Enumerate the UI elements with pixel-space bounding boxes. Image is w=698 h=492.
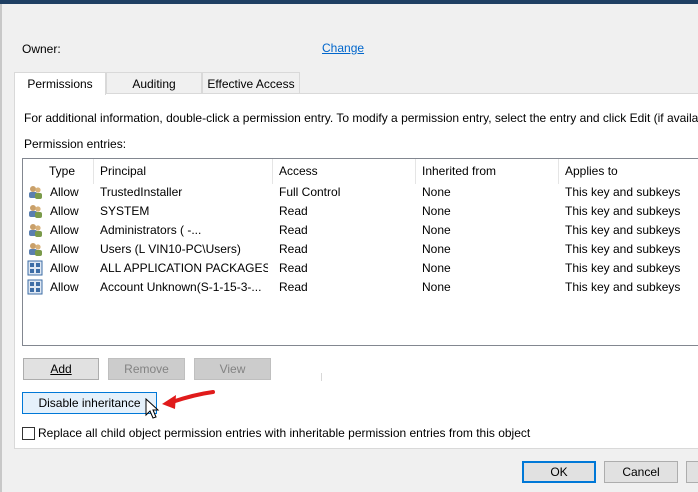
cell-applies: This key and subkeys	[565, 261, 681, 275]
cancel-button[interactable]: Cancel	[604, 461, 678, 483]
cell-access: Read	[279, 261, 308, 275]
cell-applies: This key and subkeys	[565, 185, 681, 199]
column-type[interactable]: Type	[43, 159, 94, 184]
users-icon	[27, 241, 43, 257]
cell-inherited: None	[422, 280, 451, 294]
cell-type: Allow	[50, 261, 79, 275]
users-icon	[27, 203, 43, 219]
list-header: Type Principal Access Inherited from App…	[23, 159, 698, 184]
cell-inherited: None	[422, 185, 451, 199]
info-text: For additional information, double-click…	[24, 111, 698, 125]
cell-principal: SYSTEM	[100, 204, 150, 218]
cell-access: Full Control	[279, 185, 341, 199]
add-button-label: Add	[50, 362, 72, 376]
table-row[interactable]: Allow Administrators ( -... Read None This k…	[23, 221, 698, 240]
app-packages-icon	[27, 279, 43, 295]
cell-applies: This key and subkeys	[565, 204, 681, 218]
users-icon	[27, 184, 43, 200]
cell-type: Allow	[50, 185, 79, 199]
column-principal[interactable]: Principal	[94, 159, 273, 184]
cell-inherited: None	[422, 223, 451, 237]
table-row[interactable]: Allow TrustedInstaller Full Control None Thi…	[23, 183, 698, 202]
permission-entries-label: Permission entries:	[24, 137, 127, 151]
tab-auditing[interactable]: Auditing	[106, 72, 202, 94]
column-applies-to[interactable]: Applies to	[559, 159, 698, 184]
owner-label: Owner:	[22, 42, 61, 56]
cell-applies: This key and subkeys	[565, 242, 681, 256]
mouse-cursor-icon	[145, 398, 160, 419]
view-button[interactable]: View	[194, 358, 271, 380]
users-icon	[27, 222, 43, 238]
table-row[interactable]: Allow Users (L VIN10-PC\Users) Read None Thi…	[23, 240, 698, 259]
cell-access: Read	[279, 280, 308, 294]
cell-principal: TrustedInstaller	[100, 185, 183, 199]
add-button[interactable]: Add	[23, 358, 99, 380]
footer-area	[2, 451, 698, 452]
cell-type: Allow	[50, 280, 79, 294]
permission-entries-list[interactable]: Type Principal Access Inherited from App…	[22, 158, 698, 346]
cell-type: Allow	[50, 204, 79, 218]
remove-button[interactable]: Remove	[108, 358, 185, 380]
cell-inherited: None	[422, 242, 451, 256]
red-arrow-annotation	[162, 390, 215, 409]
cell-inherited: None	[422, 261, 451, 275]
table-row[interactable]: Allow ALL APPLICATION PACKAGES Read None Thi…	[23, 259, 698, 278]
disable-inheritance-button[interactable]: Disable inheritance	[22, 392, 157, 414]
cell-applies: This key and subkeys	[565, 280, 681, 294]
replace-child-permissions-label: Replace all child object permission entr…	[38, 426, 531, 440]
cell-principal: ALL APPLICATION PACKAGES	[100, 261, 268, 275]
column-inherited-from[interactable]: Inherited from	[416, 159, 559, 184]
table-row[interactable]: Allow SYSTEM Read None This key and subkeys	[23, 202, 698, 221]
column-access[interactable]: Access	[273, 159, 416, 184]
cell-principal: Administrators ( -...	[100, 223, 202, 237]
cell-inherited: None	[422, 204, 451, 218]
tab-permissions[interactable]: Permissions	[14, 72, 106, 95]
cell-access: Read	[279, 223, 308, 237]
cell-principal: Account Unknown(S-1-15-3-...	[100, 280, 262, 294]
divider	[321, 373, 322, 381]
replace-child-permissions-checkbox[interactable]	[22, 427, 35, 440]
ok-button[interactable]: OK	[522, 461, 596, 483]
cell-principal: Users (L VIN10-PC\Users)	[100, 242, 241, 256]
app-packages-icon	[27, 260, 43, 276]
cell-access: Read	[279, 204, 308, 218]
cell-type: Allow	[50, 242, 79, 256]
cell-type: Allow	[50, 223, 79, 237]
apply-button[interactable]	[686, 461, 698, 483]
cell-applies: This key and subkeys	[565, 223, 681, 237]
table-row[interactable]: Allow Account Unknown(S-1-15-3-... Read Non…	[23, 278, 698, 297]
owner-section	[12, 10, 696, 70]
cell-access: Read	[279, 242, 308, 256]
change-owner-link[interactable]: Change	[322, 41, 364, 55]
tab-effective-access[interactable]: Effective Access	[202, 72, 300, 94]
